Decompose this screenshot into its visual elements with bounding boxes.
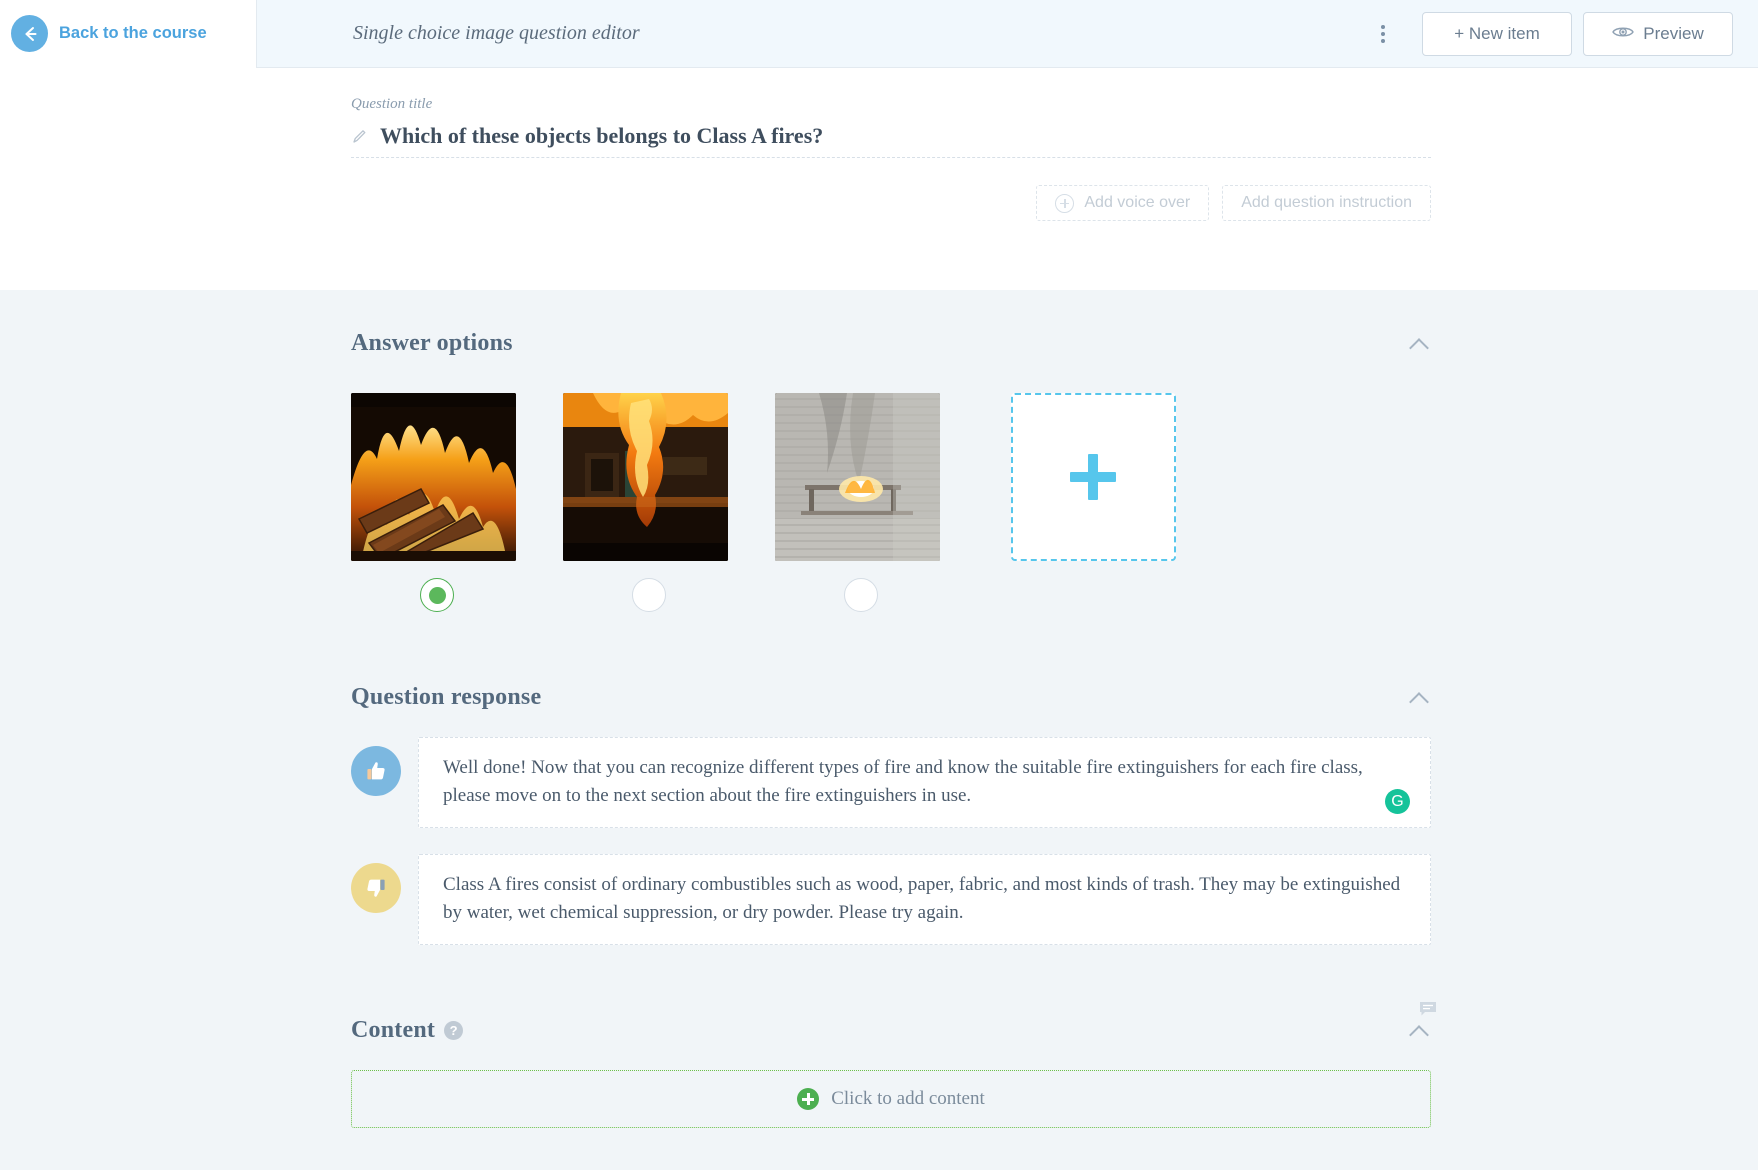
question-title-value: Which of these objects belongs to Class …	[380, 123, 824, 148]
header-actions: + New item Preview	[1366, 11, 1758, 56]
add-question-instruction-label: Add question instruction	[1241, 194, 1412, 212]
correct-response-text: Well done! Now that you can recognize di…	[443, 757, 1363, 806]
content-section-header: Content ?	[351, 1002, 1436, 1044]
question-title-label: Question title	[351, 96, 433, 112]
grammarly-glyph: G	[1391, 793, 1404, 810]
content-section-collapse-toggle[interactable]	[1409, 1020, 1431, 1042]
add-voice-over-button[interactable]: Add voice over	[1036, 185, 1210, 222]
answer-option-radio[interactable]	[844, 578, 878, 612]
pencil-icon	[351, 127, 367, 145]
question-response-header: Question response	[351, 684, 1431, 711]
question-title-input[interactable]: Which of these objects belongs to Class …	[351, 123, 1431, 159]
page-title: Single choice image question editor	[353, 22, 640, 44]
thumbs-up-icon	[351, 746, 401, 796]
question-mark-icon[interactable]: ?	[444, 1021, 464, 1041]
add-answer-option-button[interactable]	[1010, 393, 1176, 561]
back-to-course-label: Back to the course	[59, 24, 207, 42]
answer-option	[563, 393, 775, 612]
question-editor-page: Back to the course Single choice image q…	[0, 0, 1758, 1170]
room-fire-image[interactable]	[563, 393, 728, 561]
answer-option	[351, 393, 563, 612]
editor-body: Answer options Question response Well do…	[0, 290, 1758, 1170]
content-section-title: Content	[351, 1017, 436, 1044]
plus-circle-icon	[1055, 193, 1075, 213]
answer-options-list	[351, 393, 1431, 612]
answer-options-collapse-toggle[interactable]	[1409, 333, 1431, 355]
arrow-left-icon	[11, 15, 48, 52]
correct-response-row: Well done! Now that you can recognize di…	[351, 737, 1431, 829]
new-item-label: + New item	[1454, 23, 1540, 43]
preview-label: Preview	[1643, 23, 1704, 43]
app-header: Back to the course Single choice image q…	[0, 0, 1758, 68]
add-answer-option	[987, 393, 1199, 612]
answer-options-header: Answer options	[351, 330, 1431, 357]
outdoor-fire-image[interactable]	[775, 393, 940, 561]
new-item-button[interactable]: + New item	[1422, 11, 1572, 56]
answer-option	[775, 393, 987, 612]
preview-button[interactable]: Preview	[1583, 11, 1733, 56]
fireplace-logs-image[interactable]	[351, 393, 516, 561]
answer-option-radio[interactable]	[420, 578, 454, 612]
question-title-section: Question title Which of these objects be…	[0, 68, 1758, 290]
correct-response-input[interactable]: Well done! Now that you can recognize di…	[418, 737, 1431, 829]
help-glyph: ?	[449, 1023, 458, 1039]
question-title-actions: Add voice over Add question instruction	[351, 185, 1431, 222]
incorrect-response-text: Class A fires consist of ordinary combus…	[443, 874, 1401, 923]
answer-options-title: Answer options	[351, 330, 513, 356]
answer-option-radio[interactable]	[632, 578, 666, 612]
add-voice-over-label: Add voice over	[1084, 194, 1191, 212]
more-vertical-icon[interactable]	[1366, 17, 1400, 51]
plus-icon	[1070, 454, 1116, 500]
thumbs-down-icon	[351, 863, 401, 914]
plus-circle-green-icon	[797, 1088, 820, 1111]
back-to-course-button[interactable]: Back to the course	[0, 0, 257, 68]
add-content-label: Click to add content	[831, 1088, 985, 1110]
incorrect-response-row: Class A fires consist of ordinary combus…	[351, 854, 1431, 946]
add-question-instruction-button[interactable]: Add question instruction	[1222, 185, 1431, 222]
add-content-button[interactable]: Click to add content	[351, 1070, 1431, 1129]
eye-icon	[1612, 24, 1635, 44]
comment-icon[interactable]	[1419, 1001, 1437, 1017]
question-response-collapse-toggle[interactable]	[1409, 687, 1431, 709]
incorrect-response-input[interactable]: Class A fires consist of ordinary combus…	[418, 854, 1431, 946]
question-response-title: Question response	[351, 684, 542, 710]
grammarly-icon[interactable]: G	[1385, 789, 1410, 815]
